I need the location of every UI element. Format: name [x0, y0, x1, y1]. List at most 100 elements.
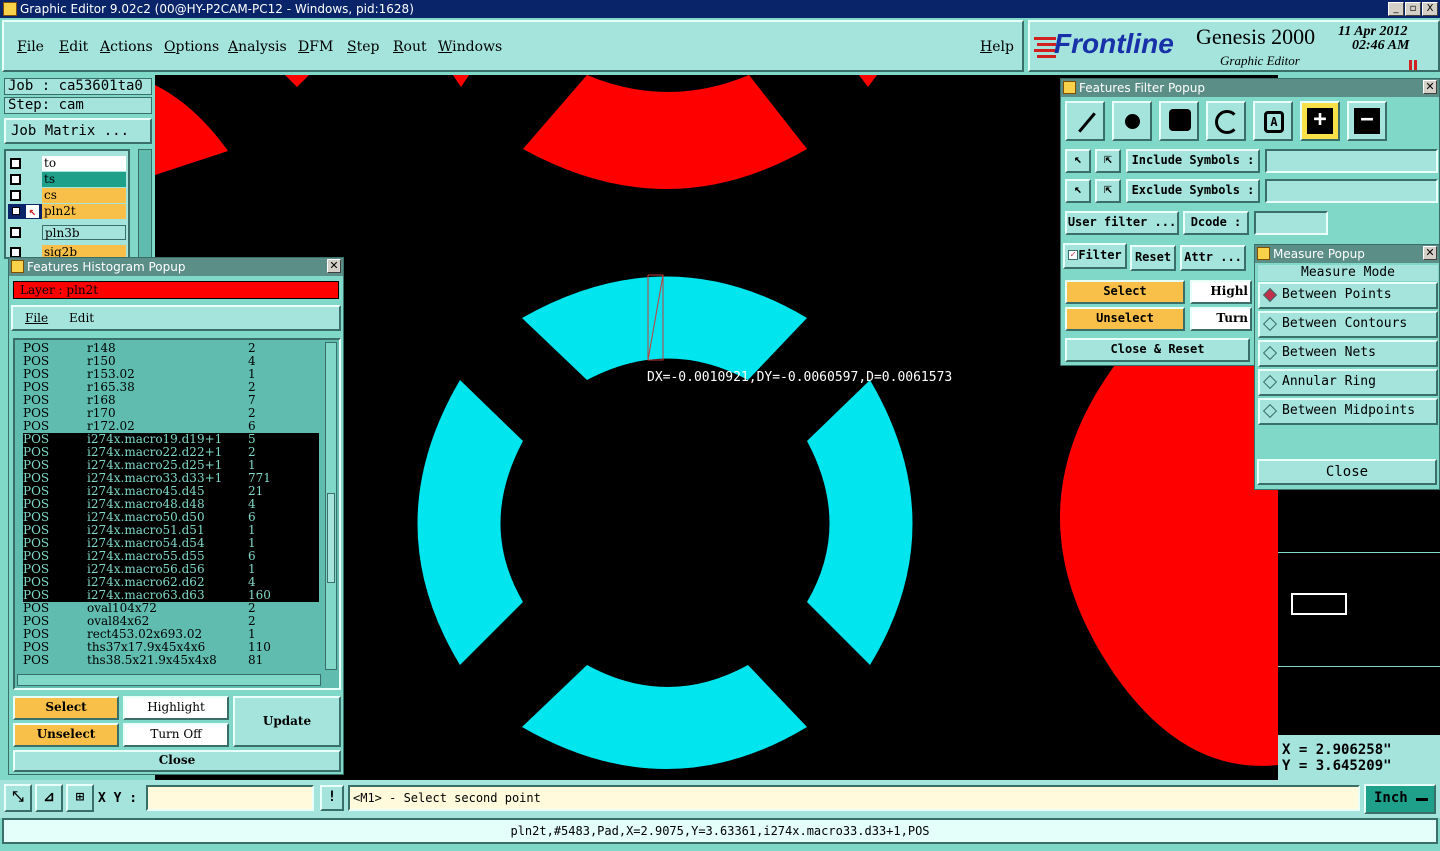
histogram-row[interactable]: POS r153.02 1 — [23, 368, 319, 381]
product-subtitle: Graphic Editor — [1220, 53, 1300, 68]
histogram-row[interactable]: POS ths38.5x21.9x45x4x8 81 — [23, 654, 319, 667]
measure-between-nets[interactable]: Between Nets — [1258, 340, 1438, 367]
cyan-arc-right — [807, 380, 913, 665]
layer-checkbox[interactable] — [12, 207, 20, 215]
menu-options[interactable]: Options — [164, 39, 219, 55]
histogram-menu-file[interactable]: File — [25, 311, 48, 325]
histogram-row[interactable]: POS r168 7 — [23, 394, 319, 407]
dcode-input[interactable] — [1254, 211, 1328, 235]
surface-tool-icon[interactable] — [1159, 101, 1199, 141]
layer-checkbox[interactable] — [10, 174, 21, 185]
zoom-fit-icon[interactable]: ⤡ — [4, 784, 32, 812]
menu-file[interactable]: File — [17, 39, 44, 55]
layer-row-sig2b[interactable]: sig2b — [8, 245, 126, 257]
arc-tool-icon[interactable] — [1206, 101, 1246, 141]
layer-row-cs[interactable]: cs — [8, 188, 126, 203]
histogram-popup-titlebar: Features Histogram Popup ✕ — [9, 258, 343, 276]
pad-tool-icon[interactable] — [1112, 101, 1152, 141]
reset-button[interactable]: Reset — [1130, 245, 1176, 271]
histogram-hscroll[interactable] — [17, 674, 321, 686]
layer-row-ts[interactable]: ts — [8, 172, 126, 187]
include-symbols-button[interactable]: Include Symbols : — [1126, 149, 1260, 173]
histogram-select-button[interactable]: Select — [13, 696, 119, 720]
histogram-popup: Features Histogram Popup ✕ Layer : pln2t… — [8, 257, 344, 775]
layer-checkbox[interactable] — [10, 227, 21, 238]
scroll-thumb[interactable] — [327, 493, 335, 583]
alert-icon[interactable]: ! — [320, 785, 344, 811]
histogram-row[interactable]: POS i274x.macro63.d63 160 — [23, 589, 319, 602]
close-icon[interactable]: ✕ — [1423, 246, 1437, 260]
histogram-update-button[interactable]: Update — [233, 696, 341, 747]
histogram-unselect-button[interactable]: Unselect — [13, 723, 119, 747]
menu-step[interactable]: Step — [347, 39, 379, 55]
menu-actions[interactable]: Actions — [100, 39, 153, 55]
histogram-turnoff-button[interactable]: Turn Off — [123, 723, 229, 747]
layer-checkbox[interactable] — [10, 247, 21, 257]
popup-icon — [1063, 81, 1076, 94]
menu-analysis[interactable]: Analysis — [228, 39, 287, 55]
layer-checkbox[interactable] — [10, 158, 21, 169]
histogram-list[interactable]: POS r148 2 POS r150 4 POS r153.02 1 POS r165.38 2 PO… — [13, 338, 341, 690]
histogram-menu-edit[interactable]: Edit — [69, 311, 94, 325]
close-icon[interactable]: ✕ — [1423, 80, 1437, 94]
close-icon[interactable]: ✕ — [327, 259, 341, 273]
xy-input[interactable] — [146, 785, 314, 811]
filter-toggle[interactable]: ✓ Filter — [1063, 243, 1127, 269]
histogram-vscroll[interactable] — [325, 342, 337, 670]
include-pick-icon[interactable]: ↖ — [1065, 149, 1091, 173]
units-value: Inch — [1374, 790, 1408, 806]
measure-popup-titlebar: Measure Popup ✕ — [1255, 245, 1439, 263]
include-multi-pick-icon[interactable]: ⇱ — [1095, 149, 1121, 173]
exclude-symbols-input[interactable] — [1265, 179, 1438, 203]
close-window-button[interactable]: X — [1422, 2, 1438, 16]
measure-annular-ring[interactable]: Annular Ring — [1258, 369, 1438, 396]
menu-edit[interactable]: Edit — [59, 39, 88, 55]
overview-pane[interactable]: X = 2.906258" Y = 3.645209" — [1278, 490, 1440, 780]
measure-between-contours[interactable]: Between Contours — [1258, 311, 1438, 338]
line-tool-icon[interactable] — [1065, 101, 1105, 141]
pause-icon[interactable] — [1408, 60, 1418, 70]
attr-button[interactable]: Attr ... — [1180, 245, 1246, 271]
close-reset-button[interactable]: Close & Reset — [1065, 338, 1250, 362]
exclude-pick-icon[interactable]: ↖ — [1065, 179, 1091, 203]
text-tool-icon[interactable]: A — [1253, 101, 1293, 141]
job-matrix-button[interactable]: Job Matrix ... — [4, 118, 152, 144]
include-symbols-input[interactable] — [1265, 149, 1438, 173]
histogram-row[interactable]: POS r150 4 — [23, 355, 319, 368]
minimize-button[interactable]: _ — [1388, 2, 1404, 16]
exclude-symbols-button[interactable]: Exclude Symbols : — [1126, 179, 1260, 203]
measure-between-points[interactable]: Between Points — [1258, 282, 1438, 309]
layer-row-to[interactable]: to — [8, 156, 126, 171]
menu-help[interactable]: Help — [980, 39, 1014, 55]
menu-windows[interactable]: Windows — [438, 39, 502, 55]
layer-row-pln3b[interactable]: pln3b — [8, 225, 126, 240]
prompt-line: <M1> - Select second point — [348, 785, 1360, 811]
measure-close-button[interactable]: Close — [1257, 459, 1437, 485]
filter-highlight-button[interactable]: Highl — [1190, 280, 1252, 304]
histogram-highlight-button[interactable]: Highlight — [123, 696, 229, 720]
layer-row-pln2t[interactable]: ↖ pln2t — [8, 204, 126, 219]
histogram-row[interactable]: POS r165.38 2 — [23, 381, 319, 394]
positive-icon[interactable]: + — [1300, 101, 1340, 141]
histogram-row[interactable]: POS r170 2 — [23, 407, 319, 420]
exclude-multi-pick-icon[interactable]: ⇱ — [1095, 179, 1121, 203]
layer-scrollbar[interactable] — [138, 149, 152, 259]
histogram-close-button[interactable]: Close — [13, 750, 341, 772]
measure-tool-icon[interactable]: ⊿ — [35, 784, 63, 812]
grid-tool-icon[interactable]: ⊞ — [66, 784, 94, 812]
histogram-row[interactable]: POS oval104x72 2 — [23, 602, 319, 615]
filter-turn-button[interactable]: Turn — [1190, 307, 1252, 331]
filter-unselect-button[interactable]: Unselect — [1065, 307, 1185, 331]
maximize-button[interactable]: ▫ — [1405, 2, 1421, 16]
measure-option-label: Between Midpoints — [1282, 403, 1416, 418]
menu-dfm[interactable]: DFM — [298, 39, 333, 55]
overview-viewport-box[interactable] — [1291, 593, 1347, 615]
histogram-row[interactable]: POS r148 2 — [23, 342, 319, 355]
menu-rout[interactable]: Rout — [393, 39, 427, 55]
filter-select-button[interactable]: Select — [1065, 280, 1185, 304]
negative-icon[interactable]: − — [1347, 101, 1387, 141]
measure-between-midpoints[interactable]: Between Midpoints — [1258, 398, 1438, 425]
user-filter-button[interactable]: User filter ... — [1065, 211, 1179, 235]
units-selector[interactable]: Inch — [1364, 784, 1436, 814]
layer-checkbox[interactable] — [10, 190, 21, 201]
